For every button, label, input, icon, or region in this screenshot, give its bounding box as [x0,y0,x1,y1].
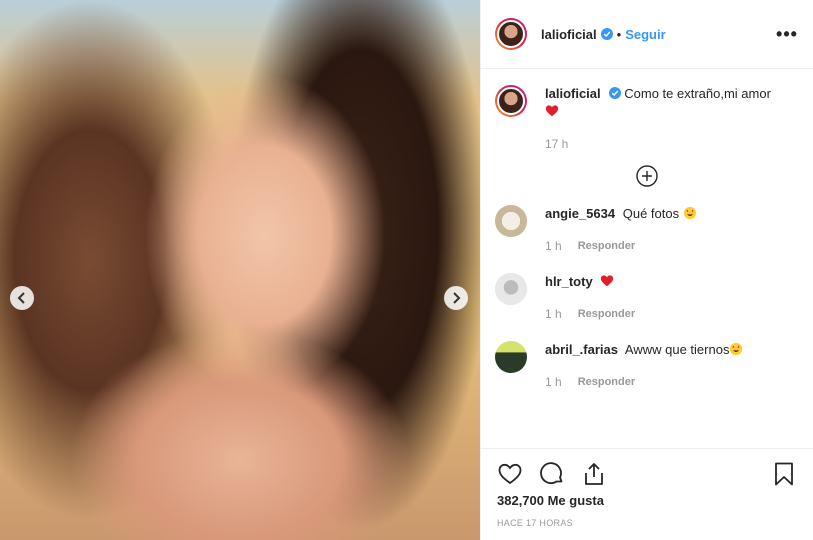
post-timestamp: HACE 17 HORAS [497,518,573,528]
caption-username[interactable]: lalioficial [545,86,601,101]
chevron-left-icon [17,292,25,304]
next-photo-button[interactable] [444,286,468,310]
post-actions: 382,700 Me gusta HACE 17 HORAS [481,448,813,528]
caption-avatar[interactable] [495,85,527,117]
comment-time: 1 h [545,239,562,253]
comment-username[interactable]: hlr_toty [545,274,593,289]
red-heart-emoji [601,275,614,287]
bookmark-icon[interactable] [771,461,797,487]
load-more-comments-icon[interactable] [636,165,658,187]
chevron-right-icon [453,292,461,304]
heart-icon[interactable] [497,461,523,487]
commenter-avatar[interactable] [495,273,527,305]
comment-text: Qué fotos [622,206,680,221]
comment-item: abril_.farias Awww que tiernos 1 h Respon… [495,341,799,391]
caption-text: Como te extraño,mi amor [624,86,771,101]
author-username[interactable]: lalioficial [541,27,597,42]
more-options-icon[interactable]: ••• [775,24,799,45]
commenter-avatar[interactable] [495,205,527,237]
caption: lalioficial Como te extraño,mi amor 17 h [495,85,799,153]
verified-badge-icon [608,87,621,99]
post-header: lalioficial • Seguir ••• [481,0,813,69]
comment-text: Awww que tiernos [624,342,730,357]
comment-icon[interactable] [539,461,565,487]
verified-badge-icon [600,28,613,40]
reply-button[interactable]: Responder [578,237,635,255]
previous-photo-button[interactable] [10,286,34,310]
comment-time: 1 h [545,375,562,389]
instagram-post: lalioficial • Seguir ••• lalioficial Com… [0,0,813,540]
likes-count[interactable]: 382,700 Me gusta [497,493,797,508]
comment-username[interactable]: angie_5634 [545,206,615,221]
follow-button[interactable]: Seguir [625,27,665,42]
star-struck-emoji [683,206,696,220]
comment-username[interactable]: abril_.farias [545,342,618,357]
caption-time: 17 h [545,137,569,151]
red-heart-emoji [545,105,559,117]
comment-item: hlr_toty 1 h Responder [495,273,799,323]
separator: • [616,26,622,42]
comments-list: lalioficial Como te extraño,mi amor 17 h… [481,69,813,447]
post-photo[interactable] [0,0,480,540]
commenter-avatar[interactable] [495,341,527,373]
author-avatar[interactable] [495,18,527,50]
reply-button[interactable]: Responder [578,373,635,391]
share-icon[interactable] [581,461,607,487]
reply-button[interactable]: Responder [578,305,635,323]
comment-time: 1 h [545,307,562,321]
post-sidebar: lalioficial • Seguir ••• lalioficial Com… [480,0,813,540]
star-struck-emoji [730,342,743,356]
comment-item: angie_5634 Qué fotos 1 h Responder [495,205,799,255]
